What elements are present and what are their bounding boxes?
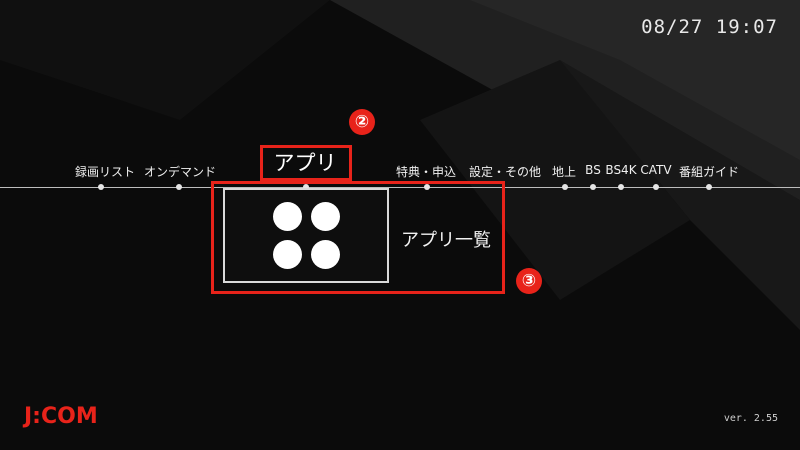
nav-dot [653,184,659,190]
nav-item-bs4k[interactable]: BS4K [605,163,636,177]
nav-item-benefits[interactable]: 特典・申込 [396,163,456,180]
nav-item-recordings[interactable]: 録画リスト [75,163,135,180]
nav-item-on-demand[interactable]: オンデマンド [144,163,216,180]
nav-dot [706,184,712,190]
nav-dot [176,184,182,190]
version-label: ver. 2.55 [723,413,778,424]
nav-item-bs[interactable]: BS [585,163,601,177]
annotation-badge-3: ③ [516,268,542,294]
app-list-label[interactable]: アプリ一覧 [401,226,491,252]
nav-dot [590,184,596,190]
nav-dot [98,184,104,190]
nav-item-terrestrial[interactable]: 地上 [552,163,576,180]
nav-item-settings[interactable]: 設定・その他 [469,163,541,180]
nav-item-catv[interactable]: CATV [640,163,671,177]
nav-dot [618,184,624,190]
clock: 08/27 19:07 [641,16,778,38]
app-list-tile[interactable] [223,188,389,283]
nav-item-program-guide[interactable]: 番組ガイド [679,163,739,180]
jcom-logo: J:COM [24,404,98,429]
highlight-apps-tab [260,145,352,181]
annotation-badge-2: ② [349,109,375,135]
nav-dot [562,184,568,190]
